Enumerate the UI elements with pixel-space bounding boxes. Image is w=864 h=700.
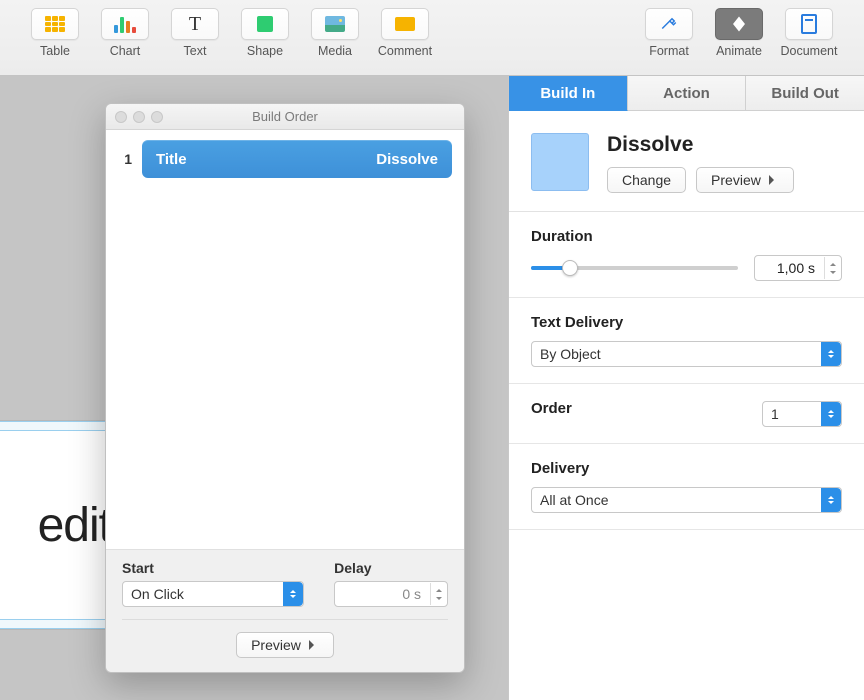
slide-preview[interactable]: edit — [0, 420, 120, 630]
comment-icon — [395, 17, 415, 31]
order-value: 1 — [771, 406, 779, 422]
start-value: On Click — [131, 586, 184, 602]
change-button-label: Change — [622, 172, 671, 188]
chevron-updown-icon — [821, 488, 841, 512]
inspector-tabs: Build In Action Build Out — [509, 76, 864, 111]
order-select[interactable]: 1 — [762, 401, 842, 427]
text-icon: T — [189, 14, 201, 34]
chart-icon — [114, 15, 136, 33]
toolbar-chart-label: Chart — [110, 44, 141, 58]
build-footer: Start On Click Delay 0 s — [106, 550, 464, 672]
chevron-updown-icon — [821, 402, 841, 426]
stepper-arrows-icon[interactable] — [430, 583, 446, 605]
build-row-effect: Dissolve — [376, 151, 438, 168]
main-area: edit Build Order 1 Title Dissolve — [0, 76, 864, 700]
text-delivery-section: Text Delivery By Object — [509, 298, 864, 384]
effect-header: Dissolve Change Preview — [509, 111, 864, 212]
delivery-select[interactable]: All at Once — [531, 487, 842, 513]
toolbar-animate[interactable]: Animate — [704, 8, 774, 75]
toolbar-table-label: Table — [40, 44, 70, 58]
inspector-sidebar: Build In Action Build Out Dissolve Chang… — [508, 76, 864, 700]
play-icon — [769, 175, 779, 185]
main-toolbar: Table Chart T Text Shape Media Comment F… — [0, 0, 864, 76]
toolbar-table[interactable]: Table — [20, 8, 90, 75]
text-delivery-value: By Object — [540, 346, 601, 362]
toolbar-media[interactable]: Media — [300, 8, 370, 75]
build-order-titlebar[interactable]: Build Order — [106, 104, 464, 130]
start-select[interactable]: On Click — [122, 581, 304, 607]
delay-field: Delay 0 s — [334, 560, 448, 607]
tab-action[interactable]: Action — [628, 76, 747, 111]
chevron-updown-icon — [283, 582, 303, 606]
preview-button[interactable]: Preview — [236, 632, 334, 658]
delay-label: Delay — [334, 560, 448, 576]
duration-slider[interactable] — [531, 258, 738, 278]
delivery-value: All at Once — [540, 492, 608, 508]
toolbar-comment-label: Comment — [378, 44, 432, 58]
tab-build-out[interactable]: Build Out — [746, 76, 864, 111]
slider-thumb[interactable] — [562, 260, 578, 276]
preview-effect-label: Preview — [711, 172, 761, 188]
build-row-index: 1 — [118, 151, 132, 167]
build-row-pill[interactable]: Title Dissolve — [142, 140, 452, 178]
duration-value: 1,00 s — [763, 260, 819, 276]
start-field: Start On Click — [122, 560, 304, 607]
document-icon — [801, 14, 817, 34]
animate-icon — [730, 15, 748, 33]
stepper-arrows-icon[interactable] — [824, 257, 840, 279]
toolbar-format-label: Format — [649, 44, 689, 58]
toolbar-document-label: Document — [781, 44, 838, 58]
close-icon[interactable] — [115, 111, 127, 123]
toolbar-shape-label: Shape — [247, 44, 283, 58]
minimize-icon[interactable] — [133, 111, 145, 123]
format-icon — [660, 15, 678, 33]
canvas-area[interactable]: edit Build Order 1 Title Dissolve — [0, 76, 508, 700]
tab-build-in[interactable]: Build In — [509, 76, 628, 111]
toolbar-format[interactable]: Format — [634, 8, 704, 75]
preview-effect-button[interactable]: Preview — [696, 167, 794, 193]
delay-value: 0 s — [343, 586, 425, 602]
build-row[interactable]: 1 Title Dissolve — [118, 140, 452, 178]
delay-stepper[interactable]: 0 s — [334, 581, 448, 607]
duration-stepper[interactable]: 1,00 s — [754, 255, 842, 281]
preview-button-label: Preview — [251, 637, 301, 653]
toolbar-comment[interactable]: Comment — [370, 8, 440, 75]
toolbar-left-group: Table Chart T Text Shape Media Comment — [20, 8, 440, 75]
toolbar-media-label: Media — [318, 44, 352, 58]
toolbar-animate-label: Animate — [716, 44, 762, 58]
zoom-icon[interactable] — [151, 111, 163, 123]
build-row-name: Title — [156, 151, 187, 168]
build-list[interactable]: 1 Title Dissolve — [106, 130, 464, 550]
toolbar-text[interactable]: T Text — [160, 8, 230, 75]
shape-icon — [257, 16, 273, 32]
toolbar-chart[interactable]: Chart — [90, 8, 160, 75]
build-order-window: Build Order 1 Title Dissolve Start On C — [105, 103, 465, 673]
duration-section: Duration 1,00 s — [509, 212, 864, 298]
order-section: Order 1 — [509, 384, 864, 444]
slide-title-text: edit — [38, 498, 111, 553]
delivery-section: Delivery All at Once — [509, 444, 864, 530]
play-icon — [309, 640, 319, 650]
media-icon — [325, 16, 345, 32]
toolbar-right-group: Format Animate Document — [634, 8, 844, 75]
toolbar-shape[interactable]: Shape — [230, 8, 300, 75]
delivery-label: Delivery — [531, 460, 842, 477]
effect-thumbnail — [531, 133, 589, 191]
toolbar-document[interactable]: Document — [774, 8, 844, 75]
start-label: Start — [122, 560, 304, 576]
effect-name: Dissolve — [607, 133, 842, 157]
chevron-updown-icon — [821, 342, 841, 366]
toolbar-text-label: Text — [184, 44, 207, 58]
order-label: Order — [531, 400, 572, 417]
text-delivery-select[interactable]: By Object — [531, 341, 842, 367]
table-icon — [45, 16, 65, 32]
window-controls — [115, 111, 163, 123]
duration-label: Duration — [531, 228, 842, 245]
change-effect-button[interactable]: Change — [607, 167, 686, 193]
text-delivery-label: Text Delivery — [531, 314, 842, 331]
